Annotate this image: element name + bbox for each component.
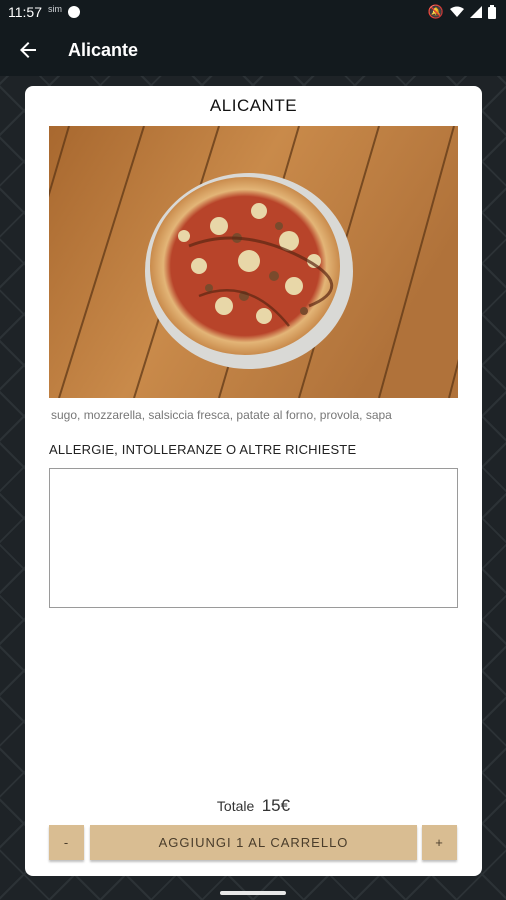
app-bar: Alicante — [0, 26, 506, 76]
mute-icon: 🔕 — [427, 4, 444, 19]
back-arrow-icon[interactable] — [16, 38, 40, 62]
signal-icon — [470, 6, 482, 18]
wifi-icon — [450, 6, 464, 17]
sim-indicator: sim — [48, 4, 62, 14]
product-name: ALICANTE — [209, 96, 298, 115]
total-label: Totale — [216, 798, 255, 814]
status-icons: 🔕 — [428, 4, 496, 20]
gesture-navigation-handle[interactable] — [220, 891, 286, 895]
product-card: ALICANTE sugo, mozzarella, salsiccia fre… — [25, 86, 482, 876]
decrease-quantity-button[interactable]: - — [49, 825, 84, 860]
battery-icon — [488, 5, 496, 19]
status-bar: 11:57 sim 🔕 — [0, 0, 506, 26]
notification-dot-icon — [68, 6, 80, 18]
increase-quantity-button[interactable]: + — [422, 825, 457, 860]
total-value: 15€ — [261, 796, 291, 815]
pizza-photo — [49, 126, 458, 398]
page-title: Alicante — [68, 40, 139, 60]
status-time: 11:57 — [8, 4, 42, 20]
add-to-cart-button[interactable]: AGGIUNGI 1 AL CARRELLO — [90, 825, 417, 860]
allergy-notes-input[interactable] — [49, 468, 458, 608]
ingredients-text: sugo, mozzarella, salsiccia fresca, pata… — [51, 408, 392, 422]
total-row: Totale 15€ — [25, 796, 482, 816]
allergy-label: ALLERGIE, INTOLLERANZE O ALTRE RICHIESTE — [49, 442, 357, 457]
